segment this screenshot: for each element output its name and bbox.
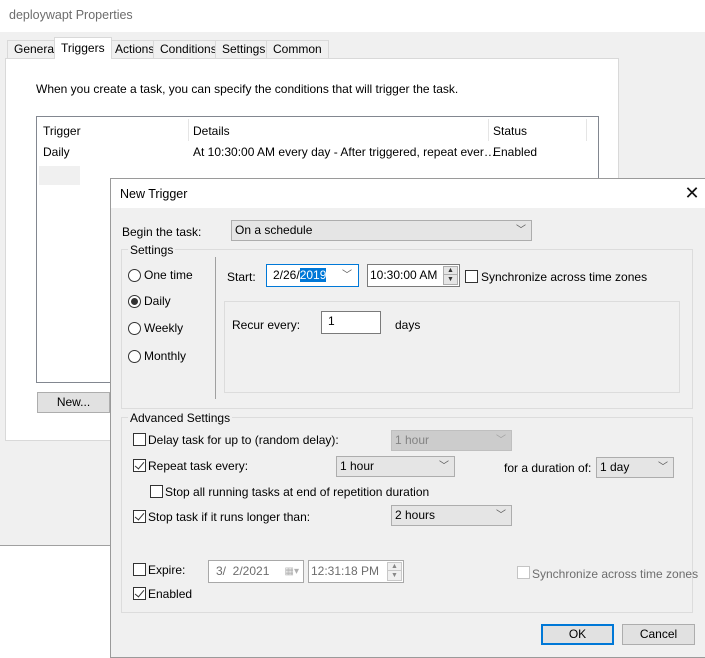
start-date-picker[interactable]: 2/26/2019 ﹀: [266, 264, 359, 287]
spin-up-icon[interactable]: ▲: [444, 267, 457, 275]
recur-unit-label: days: [395, 318, 421, 332]
radio-button[interactable]: [128, 322, 141, 335]
begin-task-select[interactable]: On a schedule ﹀: [231, 220, 532, 241]
settings-group-title: Settings: [128, 243, 176, 257]
cell-trigger: Daily: [43, 145, 70, 159]
chevron-down-icon: ﹀: [516, 225, 526, 236]
column-header-status[interactable]: Status: [493, 124, 527, 138]
repeat-interval-value: 1 hour: [340, 459, 375, 473]
begin-task-label: Begin the task:: [122, 225, 202, 239]
expire-label: Expire:: [148, 563, 186, 577]
start-time-text: 10:30:00 AM: [370, 268, 438, 282]
radio-button[interactable]: [128, 295, 141, 308]
dialog-titlebar[interactable]: New Trigger ✕: [111, 179, 705, 208]
expire-sync-label: Synchronize across time zones: [532, 567, 699, 581]
delay-select[interactable]: 1 hour ﹀: [391, 430, 512, 451]
begin-task-value: On a schedule: [235, 223, 313, 237]
window-title: deploywapt Properties: [9, 8, 133, 22]
column-separator[interactable]: [188, 119, 189, 141]
column-separator[interactable]: [488, 119, 489, 141]
column-header-trigger[interactable]: Trigger: [43, 124, 81, 138]
new-trigger-dialog: New Trigger ✕ Begin the task: On a sched…: [110, 178, 705, 658]
duration-select[interactable]: 1 day ﹀: [596, 457, 674, 478]
stop-longer-checkbox[interactable]: [133, 510, 146, 523]
tab-common[interactable]: Common: [266, 40, 329, 58]
radio-button[interactable]: [128, 269, 141, 282]
radio-label: Monthly: [144, 349, 187, 363]
radio-label: One time: [144, 268, 193, 282]
stop-all-label: Stop all running tasks at end of repetit…: [165, 485, 430, 499]
chevron-down-icon: ﹀: [658, 462, 668, 473]
start-time-spinner[interactable]: ▲ ▼: [443, 266, 458, 285]
expire-date-picker[interactable]: 3/ 2/2021 ▦▾: [208, 560, 304, 583]
recur-every-input[interactable]: 1: [321, 311, 381, 334]
sync-timezones-label: Synchronize across time zones: [481, 270, 648, 284]
column-header-details[interactable]: Details: [193, 124, 230, 138]
row-selection-highlight: [39, 166, 80, 185]
dialog-title: New Trigger: [120, 187, 188, 201]
enabled-label: Enabled: [148, 587, 193, 601]
delay-checkbox[interactable]: [133, 433, 146, 446]
expire-time-field[interactable]: 12:31:18 PM ▲ ▼: [308, 560, 404, 583]
stop-longer-select[interactable]: 2 hours ﹀: [391, 505, 512, 526]
chevron-down-icon: ﹀: [496, 510, 506, 521]
new-trigger-button[interactable]: New...: [37, 392, 110, 413]
tab-conditions[interactable]: Conditions: [153, 40, 224, 58]
stop-longer-value: 2 hours: [395, 508, 436, 522]
repeat-checkbox[interactable]: [133, 459, 146, 472]
stop-all-checkbox[interactable]: [150, 485, 163, 498]
column-separator[interactable]: [586, 119, 587, 141]
spin-down-icon[interactable]: ▼: [444, 276, 457, 284]
radio-label: Daily: [144, 294, 171, 308]
expire-time-spinner[interactable]: ▲ ▼: [387, 562, 402, 581]
calendar-icon: ▦▾: [284, 566, 299, 577]
tab-triggers[interactable]: Triggers: [54, 37, 112, 59]
duration-label: for a duration of:: [504, 461, 592, 475]
start-date-year-selected: 2019: [299, 268, 327, 282]
table-row[interactable]: Daily At 10:30:00 AM every day - After t…: [37, 141, 598, 185]
intro-text: When you create a task, you can specify …: [36, 82, 459, 96]
chevron-down-icon: ﹀: [342, 270, 352, 281]
delay-value: 1 hour: [395, 433, 430, 447]
radio-button[interactable]: [128, 350, 141, 363]
chevron-down-icon: ﹀: [496, 435, 506, 446]
chevron-down-icon: ﹀: [439, 461, 449, 472]
stop-longer-label: Stop task if it runs longer than:: [148, 510, 311, 524]
spin-down-icon[interactable]: ▼: [388, 572, 401, 580]
duration-value: 1 day: [600, 460, 630, 474]
radio-label: Weekly: [144, 321, 184, 335]
ok-button[interactable]: OK: [541, 624, 614, 645]
start-date-text: 2/26/: [273, 268, 300, 282]
cell-details: At 10:30:00 AM every day - After trigger…: [193, 145, 496, 159]
delay-label: Delay task for up to (random delay):: [148, 433, 339, 447]
expire-checkbox[interactable]: [133, 563, 146, 576]
start-label: Start:: [227, 270, 256, 284]
close-icon[interactable]: ✕: [681, 182, 703, 204]
expire-date-text: 3/ 2/2021: [216, 564, 270, 578]
spin-up-icon[interactable]: ▲: [388, 563, 401, 571]
repeat-interval-select[interactable]: 1 hour ﹀: [336, 456, 455, 477]
repeat-label: Repeat task every:: [148, 459, 249, 473]
start-time-field[interactable]: 10:30:00 AM ▲ ▼: [367, 264, 460, 287]
recurrence-panel: [224, 301, 680, 393]
expire-sync-checkbox[interactable]: [517, 566, 530, 579]
cell-status: Enabled: [493, 145, 538, 159]
sync-timezones-checkbox[interactable]: [465, 270, 478, 283]
enabled-checkbox[interactable]: [133, 587, 146, 600]
settings-divider: [215, 257, 216, 399]
cancel-button[interactable]: Cancel: [622, 624, 695, 645]
properties-titlebar: deploywapt Properties: [0, 0, 705, 32]
recur-every-label: Recur every:: [232, 318, 301, 332]
expire-time-text: 12:31:18 PM: [311, 564, 380, 578]
advanced-settings-title: Advanced Settings: [128, 411, 233, 425]
tab-settings[interactable]: Settings: [215, 40, 273, 58]
